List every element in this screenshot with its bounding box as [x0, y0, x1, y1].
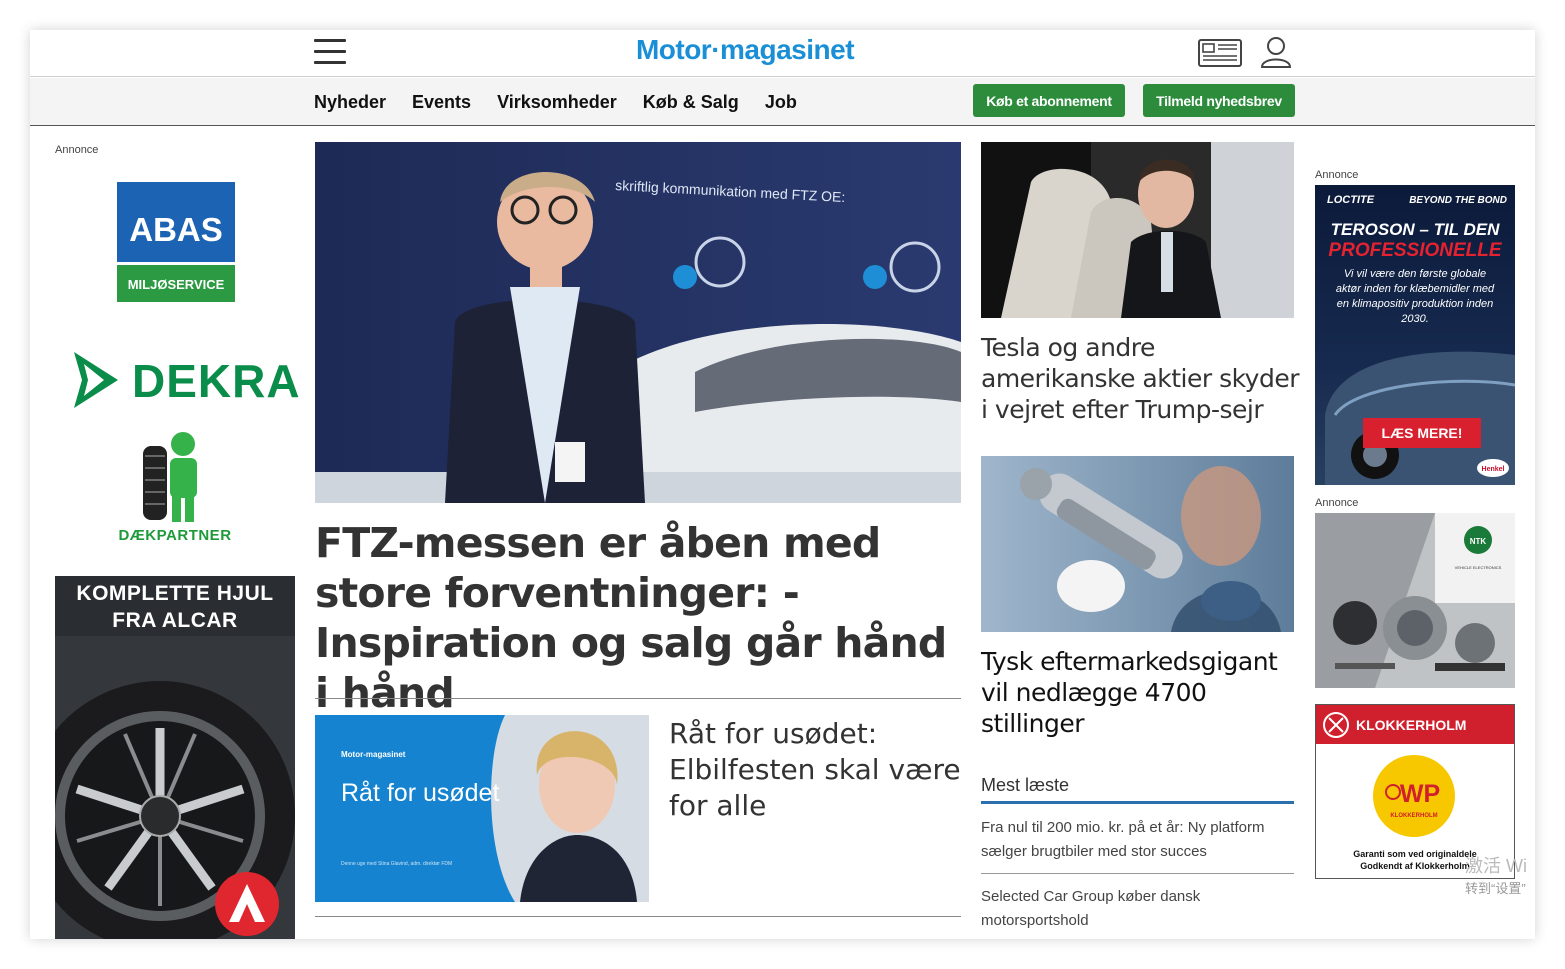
newsletter-button[interactable]: Tilmeld nyhedsbrev	[1143, 84, 1295, 117]
ad-abas[interactable]: ABAS MILJØSERVICE	[117, 182, 235, 302]
sub-article-headline[interactable]: Råt for usødet: Elbilfesten skal være fo…	[669, 716, 969, 824]
nav-bar: Nyheder Events Virksomheder Køb & Salg J…	[30, 78, 1535, 126]
wheel-image	[55, 636, 295, 939]
most-read-underline	[981, 801, 1294, 804]
ad-alcar[interactable]: KOMPLETTE HJUL FRA ALCAR	[55, 576, 295, 939]
right-article-headline-1[interactable]: Tesla og andre amerikanske aktier skyder…	[981, 332, 1301, 425]
hero-image[interactable]: skriftlig kommunikation med FTZ OE:	[315, 142, 961, 503]
alcar-headline: KOMPLETTE HJUL FRA ALCAR	[76, 582, 274, 632]
svg-text:NTK: NTK	[1470, 537, 1487, 546]
svg-text:Råt for usødet: Råt for usødet	[341, 779, 499, 807]
dekra-logo-text: DEKRA	[132, 355, 301, 407]
svg-text:TEROSON – TIL DEN: TEROSON – TIL DEN	[1331, 220, 1500, 239]
page: Motor·magasinet Nyheder Events Virksomhe…	[30, 30, 1535, 939]
sub-article-image[interactable]: Motor-magasinet Råt for usødet Denne uge…	[315, 715, 649, 902]
divider	[315, 698, 961, 699]
tire-mascot-icon	[143, 432, 197, 522]
dekra-logo-icon	[74, 352, 118, 408]
hero-headline[interactable]: FTZ-messen er åben med store forventning…	[315, 518, 965, 718]
top-bar: Motor·magasinet	[30, 30, 1535, 77]
nav-item-events[interactable]: Events	[412, 92, 471, 113]
site-logo[interactable]: Motor·magasinet	[590, 34, 900, 66]
most-read-item[interactable]: Selected Car Group køber dansk motorspor…	[981, 885, 1294, 933]
svg-text:Denne uge med Stina Glavind, a: Denne uge med Stina Glavind, adm. direkt…	[341, 861, 452, 867]
nav-item-nyheder[interactable]: Nyheder	[314, 92, 386, 113]
ad-label: Annonce	[1315, 497, 1359, 509]
most-read-item[interactable]: Fra nul til 200 mio. kr. på et år: Ny pl…	[981, 816, 1294, 864]
svg-text:Motor-magasinet: Motor-magasinet	[341, 750, 406, 759]
user-icon[interactable]	[1259, 35, 1293, 69]
svg-text:LOCTITE: LOCTITE	[1327, 194, 1375, 206]
right-article-image-1[interactable]	[981, 142, 1294, 318]
divider	[315, 916, 961, 917]
menu-icon[interactable]	[314, 39, 346, 65]
nav-item-koeb-salg[interactable]: Køb & Salg	[643, 92, 739, 113]
right-article-image-2[interactable]	[981, 456, 1294, 632]
subscribe-button[interactable]: Køb et abonnement	[973, 84, 1125, 117]
ad-dekra[interactable]: DEKRA	[70, 350, 300, 410]
svg-text:VEHICLE ELECTRONICS: VEHICLE ELECTRONICS	[1455, 565, 1502, 570]
svg-text:WP: WP	[1400, 780, 1440, 808]
svg-text:KLOKKERHOLM: KLOKKERHOLM	[1390, 813, 1437, 819]
ad-ntk[interactable]: NTK VEHICLE ELECTRONICS	[1315, 513, 1515, 688]
svg-text:Henkel: Henkel	[1482, 466, 1505, 473]
right-article-headline-2[interactable]: Tysk eftermarkedsgigant vil nedlægge 470…	[981, 646, 1301, 739]
ad-teroson[interactable]: LOCTITE BEYOND THE BOND TEROSON – TIL DE…	[1315, 185, 1515, 485]
ad-label: Annonce	[55, 144, 99, 156]
ad-label: Annonce	[1315, 169, 1359, 181]
main-nav: Nyheder Events Virksomheder Køb & Salg J…	[314, 92, 797, 113]
klokkerholm-name: KLOKKERHOLM	[1356, 716, 1467, 733]
os-activation-watermark-sub: 转到“设置”	[1465, 881, 1526, 896]
svg-text:Garanti som ved originaldele: Garanti som ved originaldele	[1353, 849, 1477, 859]
os-activation-watermark: 激活 Wi	[1465, 856, 1527, 876]
ad-daekpartner[interactable]: DÆKPARTNER	[115, 430, 240, 550]
klokkerholm-logo-icon	[1323, 711, 1349, 738]
divider	[981, 873, 1294, 874]
abas-logo-subtext: MILJØSERVICE	[117, 262, 235, 302]
svg-text:BEYOND THE BOND: BEYOND THE BOND	[1409, 195, 1507, 206]
nav-item-job[interactable]: Job	[765, 92, 797, 113]
nav-item-virksomheder[interactable]: Virksomheder	[497, 92, 617, 113]
svg-text:Godkendt af Klokkerholm: Godkendt af Klokkerholm	[1360, 861, 1470, 871]
e-paper-icon[interactable]	[1198, 38, 1242, 68]
svg-text:PROFESSIONELLE: PROFESSIONELLE	[1328, 240, 1502, 261]
abas-logo-text: ABAS	[117, 182, 235, 262]
svg-text:LÆS MERE!: LÆS MERE!	[1382, 425, 1463, 441]
daekpartner-text: DÆKPARTNER	[118, 527, 232, 544]
most-read-heading: Mest læste	[981, 775, 1070, 795]
